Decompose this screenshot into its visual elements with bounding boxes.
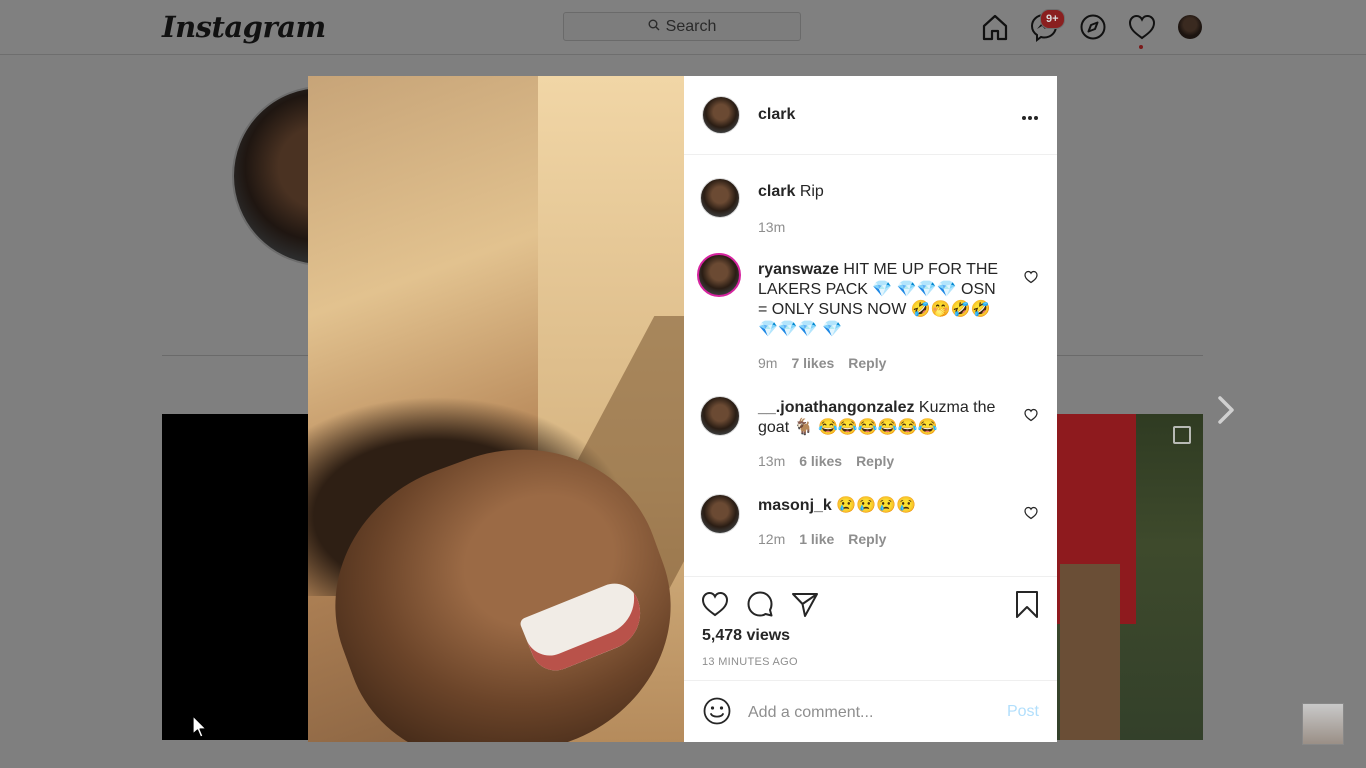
comment-icon[interactable] [745,589,775,619]
post-video[interactable] [308,76,684,742]
post-comment-button[interactable]: Post [1007,703,1039,721]
more-icon[interactable] [1021,104,1039,127]
bookmark-icon[interactable] [1012,589,1042,619]
comment-item: ryanswaze HIT ME UP FOR THE LAKERS PACK … [697,253,1040,376]
grid-post-thumbnail[interactable] [162,414,310,740]
caption-username[interactable]: clark [758,183,795,200]
author-username[interactable]: clark [758,106,795,124]
commenter-username[interactable]: __.jonathangonzalez [758,399,914,416]
chevron-right-icon[interactable] [1212,392,1240,428]
search-icon [648,18,660,36]
reply-button[interactable]: Reply [856,453,894,469]
activity-indicator-dot [1139,45,1143,49]
search-placeholder: Search [665,17,717,35]
comment-item: masonj_k 😢😢😢😢 12m 1 like Reply [700,492,1040,562]
author-avatar[interactable] [700,178,740,218]
heart-icon[interactable] [1127,12,1157,42]
comment-likes-count[interactable]: 7 likes [791,355,834,371]
emoji-icon[interactable] [702,696,732,726]
grid-post-thumbnail[interactable] [1056,414,1203,740]
mouse-cursor-icon [192,715,207,738]
search-input[interactable]: Search [563,12,801,41]
comment-likes-count[interactable]: 1 like [799,531,834,547]
comment-item: __.jonathangonzalez Kuzma the goat 🐐 😂😂😂… [700,394,1040,474]
commenter-avatar[interactable] [700,396,740,436]
post-modal: clark clark Rip 13m ryanswaze HIT ME UP … [308,76,1057,742]
caption-text: Rip [795,183,824,200]
carousel-icon [1173,426,1191,444]
view-count[interactable]: 5,478 views [702,627,790,645]
post-details-panel: clark clark Rip 13m ryanswaze HIT ME UP … [684,76,1057,742]
notification-badge: 9+ [1040,9,1065,29]
profile-avatar[interactable] [1178,15,1202,39]
picture-in-picture-thumbnail[interactable] [1302,703,1344,745]
comment-like-heart-icon[interactable] [1024,270,1038,284]
commenter-avatar[interactable] [700,494,740,534]
caption: clark Rip 13m [700,178,1040,238]
author-avatar[interactable] [702,96,740,134]
top-navigation-bar: Instagram Search 9+ [0,0,1366,55]
home-icon[interactable] [980,12,1010,42]
like-heart-icon[interactable] [700,589,730,619]
caption-timestamp: 13m [758,219,786,235]
commenter-username[interactable]: masonj_k [758,497,832,514]
add-comment-bar: Post [684,680,1057,742]
share-icon[interactable] [790,589,820,619]
comment-timestamp: 9m [758,355,778,371]
reply-button[interactable]: Reply [848,531,886,547]
reply-button[interactable]: Reply [848,355,886,371]
comment-like-heart-icon[interactable] [1024,408,1038,422]
post-actions: 5,478 views 13 MINUTES AGO [684,576,1057,681]
instagram-logo[interactable]: Instagram [162,10,326,44]
commenter-username[interactable]: ryanswaze [758,261,839,278]
post-header: clark [684,76,1057,155]
comments-list: clark Rip 13m ryanswaze HIT ME UP FOR TH… [684,156,1057,576]
comment-likes-count[interactable]: 6 likes [799,453,842,469]
comment-text: 😢😢😢😢 [831,497,916,514]
comment-input[interactable] [746,699,990,727]
commenter-avatar[interactable] [697,253,741,297]
comment-timestamp: 13m [758,453,786,469]
post-timestamp: 13 MINUTES AGO [702,656,798,668]
comment-like-heart-icon[interactable] [1024,506,1038,520]
comment-timestamp: 12m [758,531,786,547]
explore-icon[interactable] [1078,12,1108,42]
